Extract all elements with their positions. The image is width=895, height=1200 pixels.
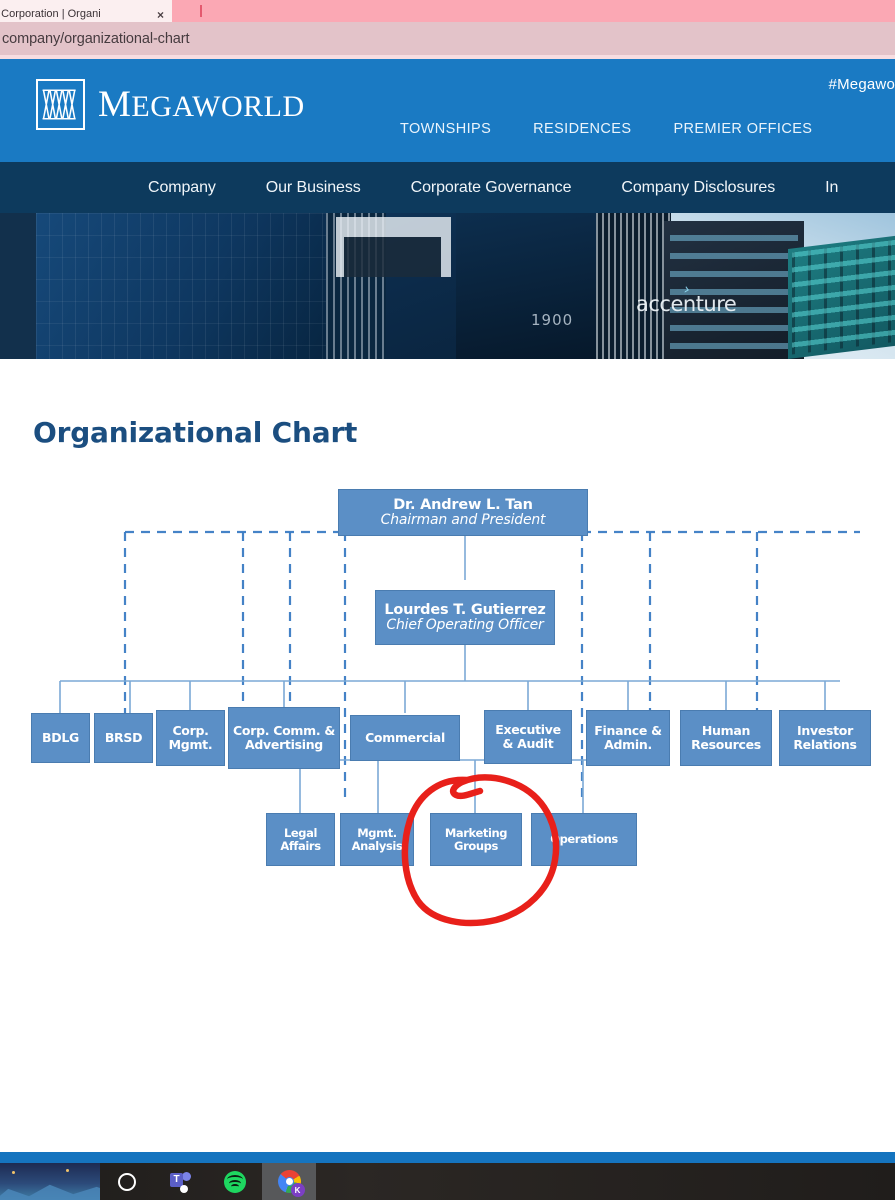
org-node-legal-affairs[interactable]: Legal Affairs <box>266 813 335 866</box>
org-node-corp-comm-advertising[interactable]: Corp. Comm. & Advertising <box>228 707 340 769</box>
org-node-label: Investor Relations <box>793 723 857 752</box>
subnav-item-company[interactable]: Company <box>148 179 216 197</box>
teams-person-icon <box>182 1171 191 1181</box>
org-node-human-resources[interactable]: Human Resources <box>680 710 772 766</box>
chrome-icon: K <box>277 1170 305 1197</box>
text-cursor <box>200 5 202 17</box>
org-chart: Dr. Andrew L. Tan Chairman and President… <box>0 470 895 940</box>
taskbar-item-cortana[interactable] <box>100 1163 154 1200</box>
org-node-label: BDLG <box>42 730 79 745</box>
org-node-role: Chairman and President <box>380 511 546 528</box>
org-node-finance-admin[interactable]: Finance & Admin. <box>586 710 670 766</box>
hero-building-3 <box>336 217 451 277</box>
site-header: MEGAWORLD #Megawo TOWNSHIPS RESIDENCES P… <box>0 59 895 162</box>
nav-item-townships[interactable]: TOWNSHIPS <box>400 121 491 137</box>
subnav-item-corporate-governance[interactable]: Corporate Governance <box>411 179 572 197</box>
org-node-label: Corp. Comm. & Advertising <box>233 723 335 752</box>
org-node-chairman[interactable]: Dr. Andrew L. Tan Chairman and President <box>338 489 588 536</box>
logo-wordmark: MEGAWORLD <box>98 84 305 125</box>
screen: d Corporation | Organi × company/organiz… <box>0 0 895 1200</box>
org-node-brsd[interactable]: BRSD <box>94 713 153 763</box>
browser-tab-strip: d Corporation | Organi × <box>0 0 895 22</box>
taskbar-item-teams[interactable]: T <box>154 1163 208 1200</box>
wallpaper-star-icon <box>12 1171 15 1174</box>
hero-building-1 <box>36 213 336 359</box>
chrome-profile-badge: K <box>290 1183 305 1197</box>
megaworld-logo-icon <box>36 79 85 130</box>
subnav-item-investor-relations[interactable]: In <box>825 179 838 197</box>
taskbar-item-spotify[interactable] <box>208 1163 262 1200</box>
nav-item-premier-offices[interactable]: PREMIER OFFICES <box>673 121 812 137</box>
subnav-item-company-disclosures[interactable]: Company Disclosures <box>621 179 775 197</box>
org-node-commercial[interactable]: Commercial <box>350 715 460 761</box>
browser-tab-active[interactable] <box>172 0 895 22</box>
teams-letter: T <box>170 1172 183 1187</box>
org-node-role: Chief Operating Officer <box>386 616 544 633</box>
org-node-label: Legal Affairs <box>280 825 321 853</box>
close-icon[interactable]: × <box>157 9 164 21</box>
org-node-label: Corp. Mgmt. <box>168 723 213 752</box>
windows-taskbar: T K <box>0 1163 895 1200</box>
primary-nav: TOWNSHIPS RESIDENCES PREMIER OFFICES <box>400 121 812 137</box>
org-node-label: Commercial <box>365 730 445 745</box>
org-node-label: Operations <box>550 832 618 847</box>
hero-banner: 1900 › accenture <box>0 213 895 359</box>
desktop-wallpaper-peek <box>0 1163 100 1200</box>
org-node-investor-relations[interactable]: Investor Relations <box>779 710 871 766</box>
accenture-signage: › accenture <box>636 280 737 316</box>
org-node-label: Mgmt. Analysis <box>351 825 403 853</box>
desktop-strip <box>0 1152 895 1163</box>
hashtag-text: #Megawo <box>828 76 895 93</box>
org-node-marketing-groups[interactable]: Marketing Groups <box>430 813 522 866</box>
org-node-corp-mgmt[interactable]: Corp. Mgmt. <box>156 710 225 766</box>
hero-building-number: 1900 <box>531 311 574 329</box>
teams-icon: T <box>170 1171 192 1193</box>
org-node-label: Finance & Admin. <box>594 723 662 752</box>
org-node-operations[interactable]: Operations <box>531 813 637 866</box>
hero-building-4 <box>456 213 611 359</box>
org-node-coo[interactable]: Lourdes T. Gutierrez Chief Operating Off… <box>375 590 555 645</box>
org-node-label: Executive & Audit <box>495 722 561 751</box>
url-text: company/organizational-chart <box>2 30 190 47</box>
teams-person-icon <box>180 1184 188 1193</box>
site-logo[interactable]: MEGAWORLD <box>36 79 305 130</box>
subnav-item-our-business[interactable]: Our Business <box>266 179 361 197</box>
org-node-name: Dr. Andrew L. Tan <box>393 496 533 513</box>
org-node-label: Marketing Groups <box>444 825 508 853</box>
org-chart-connectors <box>59 530 860 813</box>
secondary-nav: Company Our Business Corporate Governanc… <box>0 162 895 213</box>
browser-tab-title: d Corporation | Organi <box>0 8 101 20</box>
spotify-icon <box>224 1170 246 1193</box>
org-node-label: Human Resources <box>691 723 761 752</box>
address-bar[interactable]: company/organizational-chart <box>0 22 895 55</box>
hero-building-5 <box>596 213 671 359</box>
cortana-icon <box>118 1172 136 1191</box>
browser-tab[interactable]: d Corporation | Organi × <box>0 0 172 22</box>
wallpaper-star-icon <box>66 1169 69 1172</box>
hero-building-7 <box>788 230 895 359</box>
page-title: Organizational Chart <box>33 416 358 449</box>
org-node-label: BRSD <box>104 730 143 745</box>
org-node-executive-audit[interactable]: Executive & Audit <box>484 710 572 764</box>
nav-item-residences[interactable]: RESIDENCES <box>533 121 631 137</box>
org-node-mgmt-analysis[interactable]: Mgmt. Analysis <box>340 813 414 866</box>
hero-photo: 1900 › accenture <box>36 213 895 359</box>
taskbar-item-chrome[interactable]: K <box>262 1163 316 1200</box>
org-node-name: Lourdes T. Gutierrez <box>384 601 546 618</box>
org-node-bdlg[interactable]: BDLG <box>31 713 90 763</box>
